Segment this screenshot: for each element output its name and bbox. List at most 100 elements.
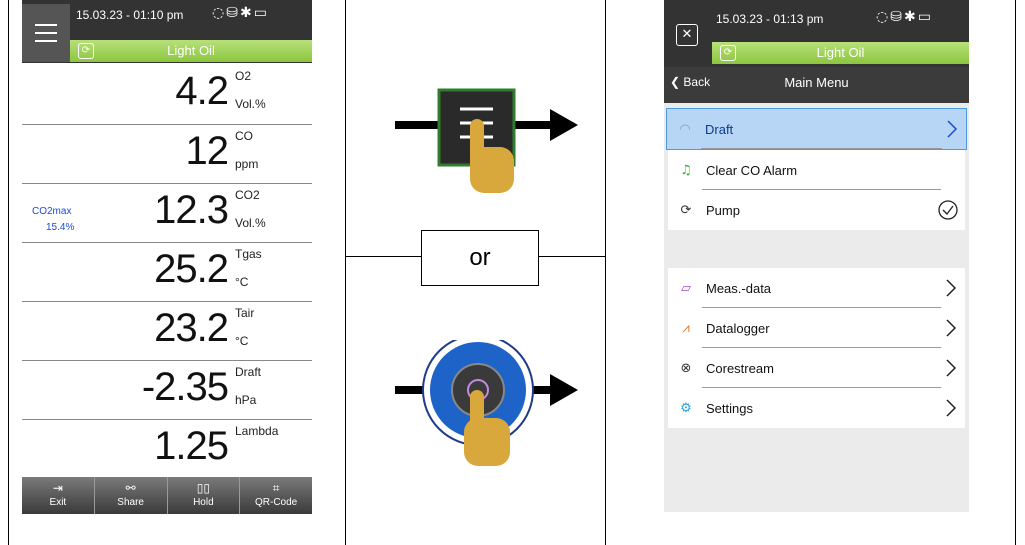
- fuel-title: Light Oil: [816, 45, 865, 60]
- bottom-toolbar: ⇥ Exit ⚯ Share ▯▯ Hold ⌗ QR-Code: [22, 477, 312, 514]
- menu-group-1: ◠ Draft ♫ Clear CO Alarm ⟳ Pump: [666, 108, 967, 230]
- round-button-press-illustration: [395, 340, 578, 466]
- measurement-value: 23.2: [154, 306, 229, 350]
- hold-button[interactable]: ▯▯ Hold: [168, 477, 241, 514]
- share-button[interactable]: ⚯ Share: [95, 477, 168, 514]
- measurement-value: 25.2: [154, 247, 229, 291]
- measurement-name: Draft: [235, 365, 262, 379]
- folder-icon: ▱: [681, 280, 691, 296]
- chevron-right-icon: [946, 359, 957, 377]
- arrow-head: [550, 109, 578, 141]
- measurement-name: O2: [235, 69, 252, 83]
- measurement-unit: Vol.%: [235, 97, 266, 111]
- qr-code-icon: ⌗: [272, 481, 280, 495]
- table-border-right: [1015, 0, 1016, 545]
- qr-code-label: QR-Code: [255, 497, 298, 508]
- arrow-head: [550, 374, 578, 406]
- menu-button-press-illustration: [395, 88, 578, 193]
- battery-icon: ▭: [917, 9, 933, 25]
- measurement-value: -2.35: [141, 365, 229, 409]
- co2max-label: CO2max: [32, 206, 72, 217]
- menu-item-label: Draft: [705, 121, 734, 137]
- share-label: Share: [117, 497, 144, 508]
- timestamp: 15.03.23 - 01:10 pm: [76, 8, 184, 22]
- menu-item-clear-co-alarm[interactable]: ♫ Clear CO Alarm: [668, 150, 965, 190]
- menu-item-label: Meas.-data: [706, 280, 772, 296]
- qr-code-button[interactable]: ⌗ QR-Code: [240, 477, 312, 514]
- measurement-row: CO2max 15.4% 12.3 CO2 Vol.%: [22, 183, 312, 242]
- check-circle-icon[interactable]: [937, 199, 959, 221]
- main-menu-screen: ✕ 15.03.23 - 01:13 pm ◌⛁✱▭ ⟳ Light Oil ❮…: [664, 0, 969, 512]
- menu-item-pump[interactable]: ⟳ Pump: [668, 190, 965, 230]
- co2max-value: 15.4%: [46, 222, 75, 233]
- close-icon[interactable]: ✕: [676, 24, 698, 46]
- battery-icon: ▭: [253, 5, 269, 21]
- measurement-unit: °C: [235, 334, 249, 348]
- nav-bar: ❮ Back Main Menu: [664, 67, 969, 103]
- page-title: Main Menu: [784, 75, 849, 90]
- separator: [701, 148, 942, 149]
- measurement-unit: °C: [235, 275, 249, 289]
- menu-item-label: Pump: [706, 202, 740, 218]
- status-icons: ◌⛁✱▭: [876, 9, 933, 25]
- gears-icon: ⚙: [680, 400, 692, 416]
- chevron-right-icon: [946, 319, 957, 337]
- arrow-shaft-right: [510, 121, 550, 129]
- share-icon: ⚯: [125, 481, 136, 495]
- timestamp: 15.03.23 - 01:13 pm: [716, 12, 824, 26]
- measurement-unit: ppm: [235, 157, 259, 171]
- measurement-name: Tgas: [235, 247, 262, 261]
- measurement-row: 1.25 Lambda: [22, 419, 312, 478]
- measurement-name: CO2: [235, 188, 260, 202]
- hold-label: Hold: [193, 497, 214, 508]
- chart-icon: ⩘: [682, 320, 690, 336]
- title-bar: ⟳ Light Oil: [712, 42, 969, 64]
- exit-icon: ⇥: [52, 481, 63, 495]
- temperature-icon: ◌: [876, 9, 891, 25]
- menu-icon-line: [35, 32, 57, 34]
- menu-item-draft[interactable]: ◠ Draft: [666, 108, 967, 150]
- menu-item-label: Corestream: [706, 360, 774, 376]
- measurement-value: 1.25: [154, 424, 229, 468]
- pump-icon: ⟳: [680, 202, 692, 218]
- bell-icon: ♫: [680, 162, 692, 178]
- measurement-row: 12 CO ppm: [22, 124, 312, 183]
- menu-item-label: Clear CO Alarm: [706, 162, 798, 178]
- title-bar: ⟳ Light Oil: [70, 40, 312, 62]
- menu-item-settings[interactable]: ⚙ Settings: [668, 388, 965, 428]
- exit-label: Exit: [49, 497, 67, 508]
- measurement-unit: hPa: [235, 393, 257, 407]
- measurement-row: 23.2 Tair °C: [22, 301, 312, 360]
- battery-saver-icon: ⛁: [226, 5, 240, 21]
- table-border-left: [8, 0, 9, 545]
- measurement-value: 12: [185, 129, 229, 173]
- gauge-icon: ◠: [679, 121, 691, 137]
- table-divider-2: [605, 0, 606, 545]
- menu-icon-line: [35, 24, 57, 26]
- middle-row-divider-right: [538, 256, 605, 257]
- top-bar: ✕ 15.03.23 - 01:13 pm ◌⛁✱▭ ⟳ Light Oil: [664, 0, 969, 67]
- measurement-screen: 15.03.23 - 01:10 pm ◌⛁✱▭ ⟳ Light Oil 4.2…: [22, 0, 312, 514]
- measurement-row: 25.2 Tgas °C: [22, 242, 312, 301]
- menu-item-datalogger[interactable]: ⩘ Datalogger: [668, 308, 965, 348]
- middle-row-divider-left: [345, 256, 421, 257]
- fuel-title: Light Oil: [167, 43, 215, 58]
- measurement-row: 4.2 O2 Vol.%: [22, 65, 312, 123]
- measurement-name: Lambda: [235, 424, 279, 438]
- measurement-row: -2.35 Draft hPa: [22, 360, 312, 419]
- or-label: or: [469, 244, 491, 271]
- menu-item-corestream[interactable]: ⊗ Corestream: [668, 348, 965, 388]
- or-label-box: or: [421, 230, 539, 286]
- pause-icon: ▯▯: [196, 481, 210, 495]
- menu-button[interactable]: [22, 4, 70, 62]
- battery-saver-icon: ⛁: [890, 9, 904, 25]
- menu-icon-line: [35, 40, 57, 42]
- measurement-name: Tair: [235, 306, 255, 320]
- measurement-unit: Vol.%: [235, 216, 266, 230]
- menu-item-meas-data[interactable]: ▱ Meas.-data: [668, 268, 965, 308]
- bluetooth-icon: ✱: [239, 5, 254, 21]
- exit-button[interactable]: ⇥ Exit: [22, 477, 95, 514]
- top-bar: 15.03.23 - 01:10 pm ◌⛁✱▭ ⟳ Light Oil: [22, 0, 312, 63]
- measurement-value: 12.3: [154, 188, 229, 232]
- bluetooth-icon: ✱: [903, 9, 918, 25]
